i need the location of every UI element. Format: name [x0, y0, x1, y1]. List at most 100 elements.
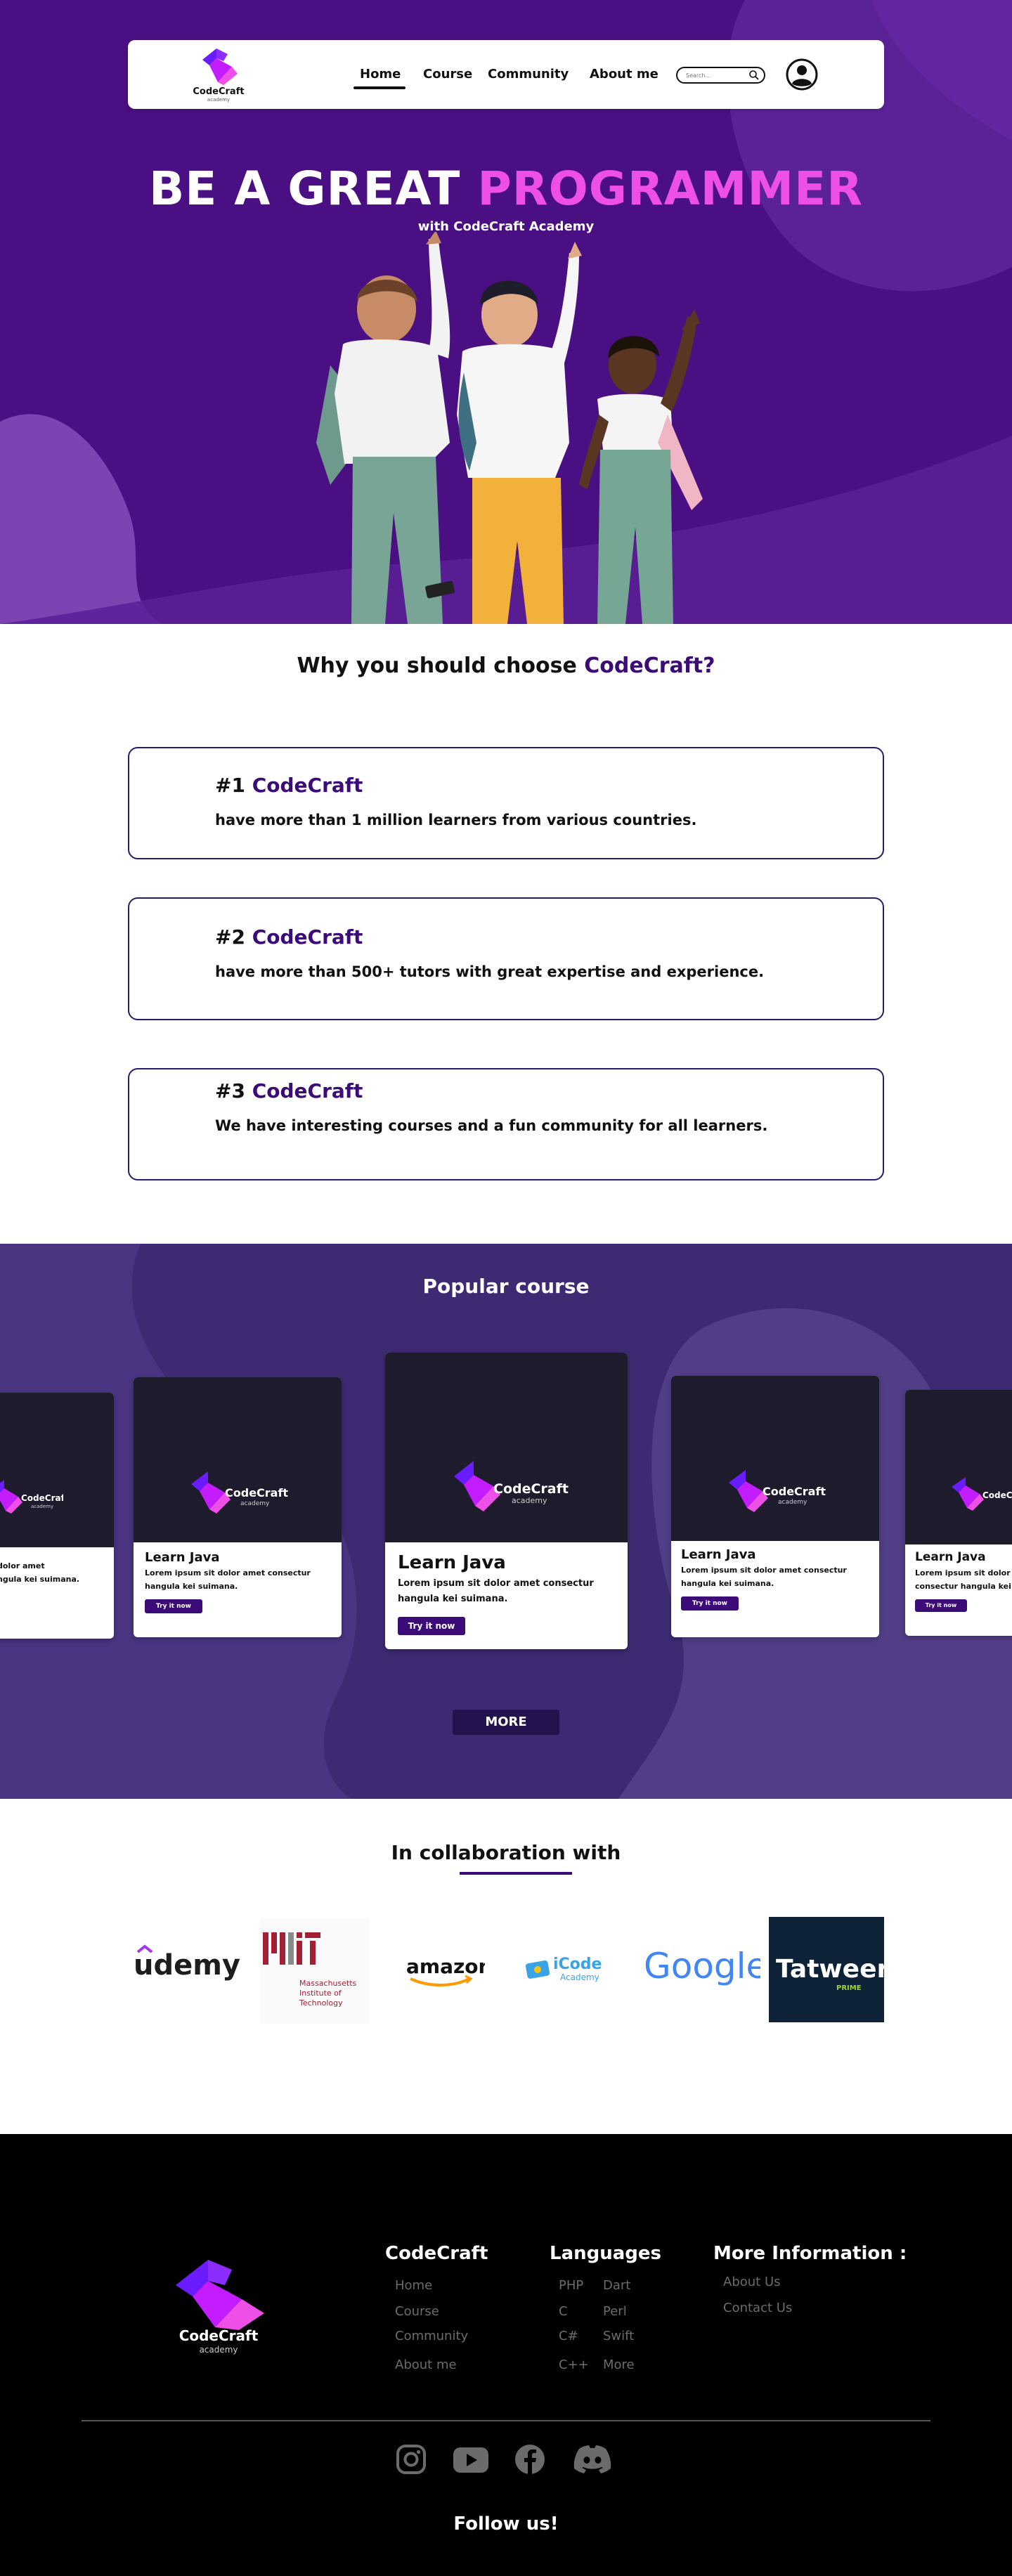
footer-col-info-title: More Information : [713, 2243, 907, 2264]
nav-link-home[interactable]: Home [360, 67, 401, 82]
course-desc-line2: hangula kei suimana. [681, 1578, 774, 1588]
course-desc-line1: Lorem ipsum sit dolor amet consectur [681, 1566, 847, 1575]
footer-col-codecraft-title: CodeCraft [385, 2243, 488, 2264]
hero-title-main: BE A GREAT [148, 162, 478, 216]
course-name: Learn Java [145, 1550, 220, 1565]
try-it-now-button[interactable]: Try it now [398, 1617, 465, 1635]
collab-title: In collaboration with [391, 1841, 621, 1864]
svg-text:CodeCraft: CodeCraft [763, 1485, 826, 1498]
footer-link-php[interactable]: PHP [559, 2278, 583, 2293]
course-card-featured[interactable]: CodeCraft academy Learn Java Lorem ipsum… [385, 1353, 628, 1649]
try-it-now-button[interactable]: Try it now [681, 1596, 739, 1611]
why-card-brand: CodeCraft [252, 925, 363, 949]
students-illustration [316, 232, 703, 624]
mit-logo[interactable]: Massachusetts Institute of Technology [260, 1918, 370, 2024]
nav-link-community[interactable]: Community [488, 67, 569, 82]
svg-text:CodeCraft: CodeCraft [982, 1490, 1012, 1500]
svg-text:academy: academy [512, 1496, 547, 1505]
footer-link-csharp[interactable]: C# [559, 2329, 578, 2343]
course-description: dolor amet ngula kei suimana. [0, 1560, 79, 1586]
follow-us-text: Follow us! [453, 2513, 559, 2535]
course-thumbnail: CodeCraft academy [0, 1393, 114, 1547]
google-logo[interactable]: Google [641, 1943, 760, 1992]
more-button[interactable]: MORE [453, 1710, 559, 1735]
try-it-now-button[interactable]: Try it now [145, 1599, 202, 1613]
why-section-title: Why you should choose CodeCraft? [0, 653, 1012, 678]
udemy-logo[interactable]: udemy [134, 1939, 246, 1989]
course-card-partial-left[interactable]: CodeCraft academy dolor amet ngula kei su… [0, 1393, 114, 1639]
mit-logo-text-line2: Institute of [299, 1989, 342, 1998]
icode-academy-logo[interactable]: iCode Academy [524, 1949, 622, 1991]
google-logo-text: Google [644, 1946, 760, 1986]
footer-brand-name: CodeCraft [179, 2327, 259, 2344]
search-icon[interactable] [748, 70, 760, 81]
course-desc-line2: hangula kei suimana. [145, 1581, 238, 1591]
instagram-icon[interactable] [395, 2443, 427, 2476]
why-card-text: have more than 1 million learners from v… [215, 812, 697, 828]
brand-logo[interactable]: CodeCraft academy [187, 46, 250, 105]
course-card-1[interactable]: CodeCraft academy Learn Java Lorem ipsum… [134, 1377, 342, 1637]
footer-link-perl[interactable]: Perl [603, 2304, 627, 2319]
codecraft-logo-icon [202, 48, 238, 85]
course-thumbnail: CodeCraft [905, 1390, 1012, 1544]
brand-tagline: academy [207, 97, 231, 103]
footer-link-more[interactable]: More [603, 2357, 635, 2372]
discord-icon[interactable] [572, 2443, 613, 2476]
try-it-now-button[interactable]: Try it now [915, 1599, 967, 1612]
hero-section: CodeCraft academy Home Course Community … [0, 0, 1012, 624]
why-card-1: #1 CodeCraft have more than 1 million le… [128, 747, 884, 859]
course-name: Learn Java [398, 1552, 506, 1573]
tatweer-prime-logo[interactable]: Tatweer PRIME [769, 1917, 884, 2022]
footer-link-course[interactable]: Course [395, 2304, 439, 2319]
footer-link-home[interactable]: Home [395, 2278, 432, 2293]
course-thumbnail: CodeCraft academy [134, 1377, 342, 1542]
course-desc-line1: Lorem ipsum sit dolor amet consectur [145, 1568, 311, 1578]
why-card-heading: #2 CodeCraft [215, 925, 363, 949]
icode-logo-subtext: Academy [560, 1972, 599, 1982]
nav-link-course[interactable]: Course [423, 67, 472, 82]
footer-link-about-us[interactable]: About Us [723, 2275, 781, 2289]
nav-active-indicator [353, 86, 406, 89]
search-input[interactable] [686, 70, 742, 81]
why-card-brand: CodeCraft [252, 774, 363, 797]
footer-divider [82, 2420, 930, 2421]
footer-link-c[interactable]: C [559, 2304, 568, 2319]
youtube-icon[interactable] [452, 2443, 490, 2476]
why-card-heading: #1 CodeCraft [215, 774, 363, 797]
course-desc-line1: Lorem ipsum sit dolor amet [915, 1568, 1012, 1578]
amazon-logo[interactable]: amazon [401, 1953, 485, 1989]
why-card-2: #2 CodeCraft have more than 500+ tutors … [128, 897, 884, 1020]
nav-link-about-me[interactable]: About me [590, 67, 659, 82]
codecraft-logo-icon[interactable] [171, 2257, 266, 2330]
footer-link-swift[interactable]: Swift [603, 2329, 634, 2343]
hero-title-accent: PROGRAMMER [477, 162, 864, 216]
mit-logo-text-line3: Technology [299, 1998, 343, 2008]
codecraft-logo-icon: CodeCraft academy [0, 1480, 63, 1514]
codecraft-logo-icon: CodeCraft academy [729, 1470, 826, 1512]
icode-logo-text: iCode [553, 1956, 602, 1973]
course-desc-line2: hangula kei suimana. [398, 1594, 508, 1605]
why-card-brand: CodeCraft [252, 1079, 363, 1102]
why-card-3: #3 CodeCraft We have interesting courses… [128, 1068, 884, 1180]
mit-logo-text-line1: Massachusetts [299, 1979, 357, 1988]
facebook-icon[interactable] [514, 2443, 546, 2476]
footer-link-cpp[interactable]: C++ [559, 2357, 589, 2372]
footer-col-languages-title: Languages [550, 2243, 662, 2264]
course-description: Lorem ipsum sit dolor amet consectur hang… [398, 1576, 594, 1607]
why-card-rank: #1 [215, 774, 252, 797]
why-card-rank: #3 [215, 1079, 252, 1102]
site-footer: CodeCraft academy CodeCraft Home Course … [0, 2134, 1012, 2576]
course-card-2[interactable]: CodeCraft academy Learn Java Lorem ipsum… [671, 1376, 879, 1637]
footer-link-contact-us[interactable]: Contact Us [723, 2301, 792, 2315]
codecraft-logo-icon: CodeCraft academy [191, 1471, 288, 1514]
footer-link-about-me[interactable]: About me [395, 2357, 457, 2372]
why-title-accent: CodeCraft? [584, 653, 715, 678]
top-navbar: CodeCraft academy Home Course Community … [128, 40, 884, 109]
course-desc-line1: Lorem ipsum sit dolor amet consectur [398, 1578, 594, 1589]
user-avatar-icon[interactable] [786, 58, 818, 91]
popular-title: Popular course [422, 1275, 590, 1298]
footer-link-community[interactable]: Community [395, 2329, 468, 2343]
footer-link-dart[interactable]: Dart [603, 2278, 630, 2293]
course-card-partial-right[interactable]: CodeCraft Learn Java Lorem ipsum sit dol… [905, 1390, 1012, 1636]
svg-text:academy: academy [240, 1500, 270, 1507]
